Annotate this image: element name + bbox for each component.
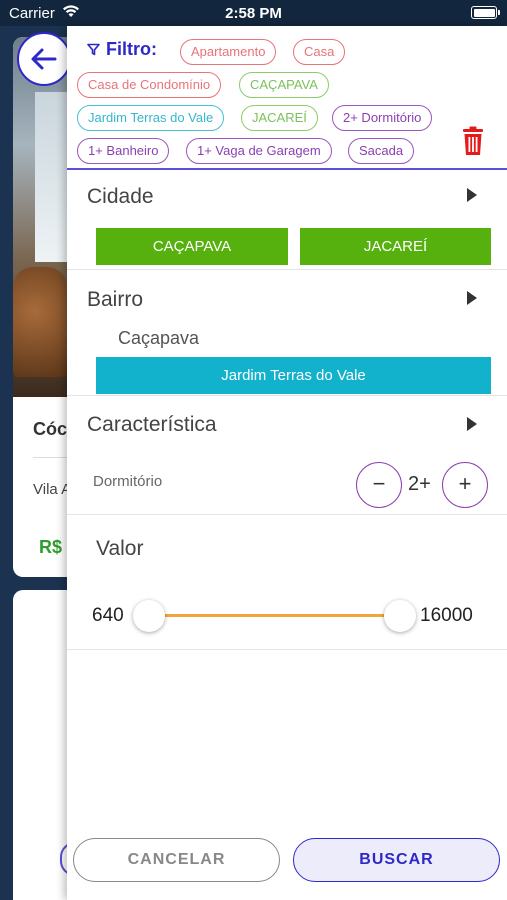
clock: 2:58 PM <box>225 5 282 22</box>
filter-title: Filtro: <box>87 39 157 60</box>
filter-chip[interactable]: JACAREÍ <box>241 105 318 131</box>
listing-neighborhood: Vila A <box>33 481 72 498</box>
bairro-option[interactable]: Jardim Terras do Vale <box>96 357 491 394</box>
caracteristica-title: Característica <box>87 413 217 436</box>
filter-chip[interactable]: CAÇAPAVA <box>239 72 329 98</box>
filter-drawer: Filtro: Apartamento Casa Casa de Condomí… <box>67 26 507 900</box>
bairro-city-label: Caçapava <box>118 328 200 348</box>
increment-button[interactable]: + <box>442 462 488 508</box>
trash-icon[interactable] <box>461 126 485 156</box>
range-track[interactable] <box>149 614 401 617</box>
status-bar: Carrier 2:58 PM <box>0 0 507 26</box>
cancel-button[interactable]: CANCELAR <box>73 838 280 882</box>
expand-arrow-icon[interactable] <box>467 291 477 305</box>
valor-section: Valor 640 16000 <box>67 515 507 650</box>
back-button[interactable] <box>17 32 71 86</box>
filter-chip[interactable]: Casa <box>293 39 346 65</box>
cidade-title: Cidade <box>87 185 154 208</box>
filter-chip[interactable]: Sacada <box>348 138 415 164</box>
city-option-jacarei[interactable]: JACAREÍ <box>300 228 491 265</box>
filter-title-label: Filtro: <box>106 39 157 59</box>
range-min-value: 640 <box>92 605 124 626</box>
listing-code: Cóc <box>33 419 68 439</box>
active-filters: Filtro: Apartamento Casa Casa de Condomí… <box>67 26 507 170</box>
dormitorio-label: Dormitório <box>93 473 163 490</box>
expand-arrow-icon[interactable] <box>467 188 477 202</box>
filter-chip[interactable]: 2+ Dormitório <box>332 105 433 131</box>
expand-arrow-icon[interactable] <box>467 417 477 431</box>
filter-chip[interactable]: 1+ Vaga de Garagem <box>186 138 332 164</box>
arrow-left-icon <box>31 48 57 70</box>
range-max-handle[interactable] <box>384 600 416 632</box>
cidade-section: Cidade CAÇAPAVA JACAREÍ <box>67 172 507 270</box>
range-max-value: 16000 <box>420 605 473 626</box>
bairro-title: Bairro <box>87 288 144 311</box>
caracteristica-section: Característica Dormitório − 2+ + <box>67 396 507 515</box>
bairro-section: Bairro Caçapava Jardim Terras do Vale <box>67 270 507 396</box>
range-min-handle[interactable] <box>133 600 165 632</box>
filter-icon <box>87 43 100 56</box>
decrement-button[interactable]: − <box>356 462 402 508</box>
filter-chip[interactable]: Apartamento <box>180 39 277 65</box>
filter-chip[interactable]: Casa de Condomínio <box>77 72 222 98</box>
search-button[interactable]: BUSCAR <box>293 838 500 882</box>
filter-chip[interactable]: 1+ Banheiro <box>77 138 170 164</box>
city-option-cacapava[interactable]: CAÇAPAVA <box>96 228 288 265</box>
dormitorio-value: 2+ <box>408 473 431 495</box>
battery-icon <box>471 6 500 19</box>
filter-chip[interactable]: Jardim Terras do Vale <box>77 105 225 131</box>
valor-title: Valor <box>96 537 144 560</box>
listing-price: R$ <box>39 537 63 557</box>
